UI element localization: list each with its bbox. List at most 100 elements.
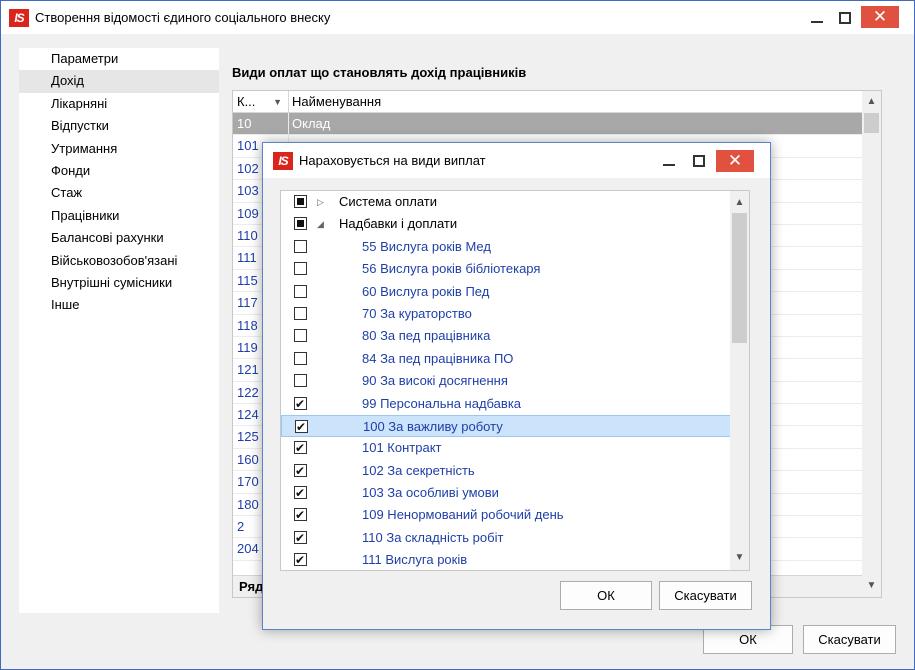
row-name: Оклад xyxy=(292,116,331,131)
tree-item-label: 60 Вислуга років Пед xyxy=(362,283,490,299)
table-row[interactable]: 10 Оклад xyxy=(233,113,863,136)
minimize-icon xyxy=(663,163,675,166)
pay-types-tree: ▷ Система оплати ◢ Надбавки і доплати 55 Вис… xyxy=(280,190,750,571)
tree-item[interactable]: 84 За пед працівника ПО xyxy=(281,348,749,370)
tree-item-checkbox[interactable] xyxy=(294,195,307,208)
tree-item-checkbox[interactable] xyxy=(295,416,308,438)
tree-item[interactable]: 70 За кураторство xyxy=(281,303,749,325)
tree-item-checkbox[interactable] xyxy=(294,351,307,365)
tree-scrollbar[interactable]: ▲ ▼ xyxy=(730,191,749,570)
nav-item[interactable]: Інше xyxy=(19,294,219,316)
nav-item[interactable]: Внутрішні сумісники xyxy=(19,272,219,294)
tree-item-label: 56 Вислуга років бібліотекаря xyxy=(362,261,541,277)
tree-item[interactable]: 56 Вислуга років бібліотекаря xyxy=(281,258,749,280)
nav-item[interactable]: Лікарняні xyxy=(19,93,219,115)
nav-item[interactable]: Відпустки xyxy=(19,115,219,137)
tree-item[interactable]: ▷ Система оплати xyxy=(281,191,749,213)
column-header-code-label: К... xyxy=(237,94,256,109)
scroll-down-icon[interactable]: ▼ xyxy=(730,549,749,567)
column-header-name[interactable]: Найменування xyxy=(289,91,381,112)
table-header: К... ▼ Найменування xyxy=(233,91,863,113)
tree-item-label: 102 За секретність xyxy=(362,462,475,478)
tree-item-label: 110 За складність робіт xyxy=(362,529,504,545)
tree-item-checkbox[interactable] xyxy=(294,549,307,570)
close-icon: ✕ xyxy=(727,151,743,170)
column-header-code[interactable]: К... ▼ xyxy=(233,91,289,112)
tree-item-checkbox[interactable] xyxy=(294,504,307,527)
tree-item-label: 100 За важливу роботу xyxy=(363,418,503,434)
tree-item-checkbox[interactable] xyxy=(294,374,307,388)
cancel-button[interactable]: Скасувати xyxy=(803,625,896,654)
nav-item[interactable]: Стаж xyxy=(19,182,219,204)
table-scrollbar[interactable]: ▲ ▼ xyxy=(862,91,881,597)
pay-types-dialog: IS Нараховується на види виплат ✕ ▷ Систе… xyxy=(262,142,771,630)
tree-item-label: 80 За пед працівника xyxy=(362,328,491,344)
tree-item-label: 109 Ненормований робочий день xyxy=(362,507,564,523)
nav-item[interactable]: Фонди xyxy=(19,160,219,182)
nav-item[interactable]: Працівники xyxy=(19,205,219,227)
tree-item-checkbox[interactable] xyxy=(294,329,307,343)
maximize-icon xyxy=(693,154,705,167)
close-icon: ✕ xyxy=(872,7,888,26)
tree-item[interactable]: 100 За важливу роботу xyxy=(281,414,749,438)
dialog-titlebar: IS Нараховується на види виплат ✕ xyxy=(263,143,770,178)
tree-item-checkbox[interactable] xyxy=(294,482,307,504)
tree-item[interactable]: 101 Контракт xyxy=(281,437,749,460)
nav-item[interactable]: Параметри xyxy=(19,48,219,70)
tree-item[interactable]: 102 За секретність xyxy=(281,460,749,482)
tree-item[interactable]: 80 За пед працівника xyxy=(281,325,749,347)
dialog-cancel-button[interactable]: Скасувати xyxy=(659,581,752,610)
scroll-up-icon[interactable]: ▲ xyxy=(730,194,749,212)
close-button[interactable]: ✕ xyxy=(861,6,899,28)
nav-item[interactable]: Балансові рахунки xyxy=(19,227,219,249)
tree-item-checkbox[interactable] xyxy=(294,217,307,231)
tree-item-label: 84 За пед працівника ПО xyxy=(362,350,514,366)
dialog-close-button[interactable]: ✕ xyxy=(716,150,754,172)
app-logo-icon: IS xyxy=(9,8,29,27)
tree-item[interactable]: 90 За високі досягнення xyxy=(281,370,749,392)
collapse-icon[interactable]: ◢ xyxy=(317,213,324,235)
tree-item[interactable]: 99 Персональна надбавка xyxy=(281,393,749,415)
settings-nav: Параметри Дохід Лікарняні Відпустки Утриманн… xyxy=(19,48,219,613)
maximize-icon xyxy=(839,11,851,24)
tree-item-checkbox[interactable] xyxy=(294,393,307,415)
dialog-minimize-button[interactable] xyxy=(654,143,684,178)
tree-item-label: 70 За кураторство xyxy=(362,305,472,321)
tree-item-label: 55 Вислуга років Мед xyxy=(362,238,491,254)
tree-item[interactable]: ◢ Надбавки і доплати xyxy=(281,213,749,235)
tree-item-label: 90 За високі досягнення xyxy=(362,373,508,389)
tree-item[interactable]: 111 Вислуга років xyxy=(281,549,749,570)
scroll-up-icon[interactable]: ▲ xyxy=(862,93,881,111)
tree-item[interactable]: 110 За складність робіт xyxy=(281,527,749,549)
nav-item[interactable]: Дохід xyxy=(19,70,219,93)
tree-item[interactable]: 55 Вислуга років Мед xyxy=(281,236,749,258)
tree-item-label: 99 Персональна надбавка xyxy=(362,395,522,411)
scroll-thumb[interactable] xyxy=(864,113,879,133)
section-title: Види оплат що становлять дохід працівник… xyxy=(232,65,527,80)
main-titlebar: IS Створення відомості єдиного соціально… xyxy=(1,1,914,34)
dialog-maximize-button[interactable] xyxy=(684,143,714,178)
minimize-icon xyxy=(811,20,823,23)
tree-item-checkbox[interactable] xyxy=(294,306,307,320)
tree-item-checkbox[interactable] xyxy=(294,239,307,253)
dialog-ok-button[interactable]: ОК xyxy=(560,581,652,610)
dialog-title: Нараховується на види виплат xyxy=(299,153,486,168)
maximize-button[interactable] xyxy=(828,1,862,34)
expand-icon[interactable]: ▷ xyxy=(317,191,324,213)
tree-item-checkbox[interactable] xyxy=(294,460,307,482)
tree-item-checkbox[interactable] xyxy=(294,437,307,460)
scroll-down-icon[interactable]: ▼ xyxy=(862,577,881,595)
tree-item-label: Система оплати xyxy=(339,194,437,209)
nav-item[interactable]: Утримання xyxy=(19,138,219,160)
tree-item-checkbox[interactable] xyxy=(294,262,307,276)
row-code: 10 xyxy=(233,113,289,135)
scroll-thumb[interactable] xyxy=(732,213,747,343)
tree-item[interactable]: 109 Ненормований робочий день xyxy=(281,504,749,527)
tree-item-label: Надбавки і доплати xyxy=(339,216,458,232)
tree-item-checkbox[interactable] xyxy=(294,284,307,298)
nav-item[interactable]: Військовозобов'язані xyxy=(19,250,219,272)
tree-item[interactable]: 60 Вислуга років Пед xyxy=(281,281,749,303)
tree-item-label: 101 Контракт xyxy=(362,440,442,456)
tree-item-checkbox[interactable] xyxy=(294,527,307,549)
tree-item[interactable]: 103 За особливі умови xyxy=(281,482,749,504)
